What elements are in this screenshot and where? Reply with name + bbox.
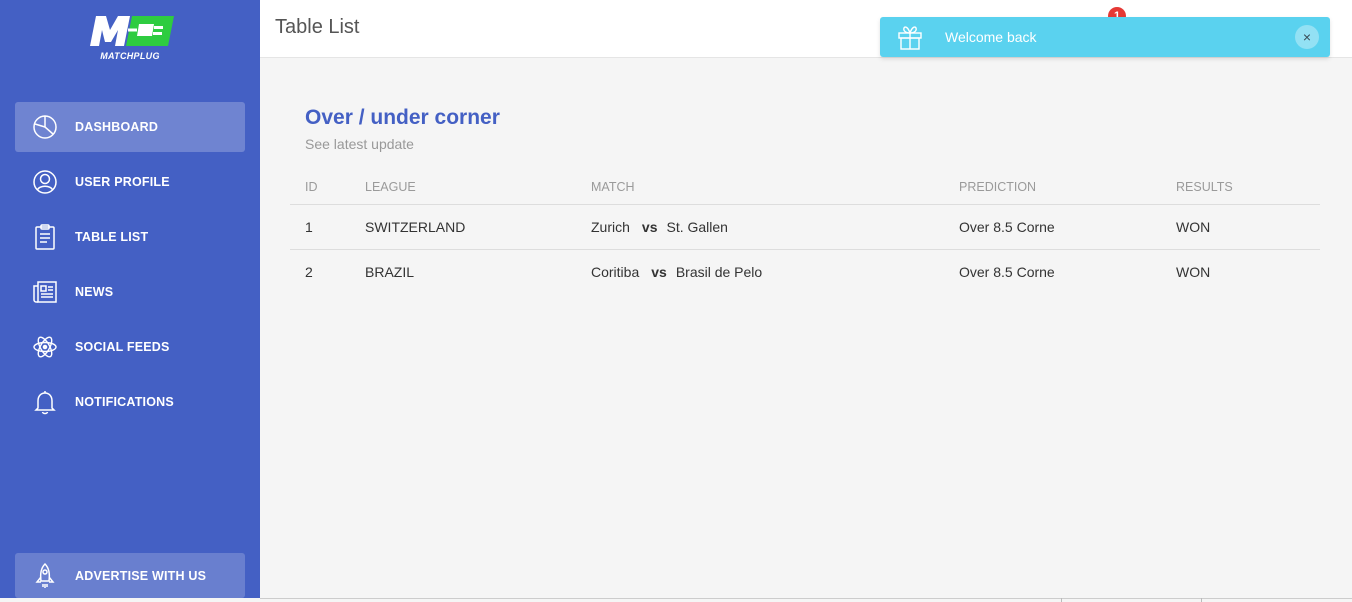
clipboard-icon	[31, 223, 59, 251]
cell-id: 1	[290, 204, 350, 250]
bottom-divider	[1061, 598, 1062, 602]
card-subtitle: See latest update	[305, 136, 414, 152]
welcome-toast: Welcome back ×	[880, 17, 1330, 57]
sidebar-item-label: NEWS	[75, 285, 114, 299]
sidebar: MATCHPLUG DASHBOARD USER PROFILE TABLE L…	[0, 0, 260, 598]
bell-icon	[31, 388, 59, 416]
column-header-league: LEAGUE	[350, 171, 576, 205]
column-header-results: RESULTS	[1161, 171, 1320, 205]
user-icon	[31, 168, 59, 196]
advertise-button[interactable]: ADVERTISE WITH US	[15, 553, 245, 598]
brand-name: MATCHPLUG	[100, 51, 160, 61]
table-row: 2 BRAZIL Coritiba vs Brasil de Pelo Over 8…	[290, 249, 1320, 294]
sidebar-nav: DASHBOARD USER PROFILE TABLE LIST NEWS S…	[15, 102, 245, 432]
vs-label: vs	[651, 263, 667, 280]
card-title: Over / under corner	[305, 106, 500, 129]
sidebar-item-news[interactable]: NEWS	[15, 267, 245, 317]
bottom-divider	[1201, 598, 1202, 602]
sidebar-item-dashboard[interactable]: DASHBOARD	[15, 102, 245, 152]
cell-result: WON	[1176, 263, 1211, 280]
sidebar-item-table-list[interactable]: TABLE LIST	[15, 212, 245, 262]
advertise-label: ADVERTISE WITH US	[75, 568, 207, 583]
column-header-prediction: PREDICTION	[944, 171, 1161, 205]
rocket-icon	[31, 562, 59, 590]
sidebar-item-label: DASHBOARD	[75, 120, 159, 134]
cell-league: SWITZERLAND	[350, 204, 576, 250]
cell-prediction: Over 8.5 Corne	[944, 204, 1161, 250]
column-header-match: MATCH	[576, 171, 944, 205]
cell-league: BRAZIL	[365, 263, 415, 280]
table-row: 1 SWITZERLAND Zurich vs St. Gallen Over 8.…	[290, 204, 1320, 250]
sidebar-item-user-profile[interactable]: USER PROFILE	[15, 157, 245, 207]
table-header-row: ID LEAGUE MATCH PREDICTION RESULTS	[290, 171, 1320, 205]
cell-match: Zurich vs St. Gallen	[576, 204, 944, 250]
gift-icon	[898, 26, 922, 50]
predictions-table: ID LEAGUE MATCH PREDICTION RESULTS 1 SWI…	[290, 171, 1320, 294]
toast-message: Welcome back	[945, 29, 1037, 45]
sidebar-item-notifications[interactable]: NOTIFICATIONS	[15, 377, 245, 427]
sidebar-item-label: SOCIAL FEEDS	[75, 340, 170, 354]
cell-match: Coritiba vs Brasil de Pelo	[576, 249, 944, 294]
home-team: Zurich	[591, 218, 630, 235]
home-team: Coritiba	[591, 263, 640, 280]
cell-prediction: Over 8.5 Corne	[959, 263, 1055, 280]
sidebar-item-social-feeds[interactable]: SOCIAL FEEDS	[15, 322, 245, 372]
away-team: Brasil de Pelo	[675, 263, 763, 280]
pie-chart-icon	[31, 113, 59, 141]
atom-icon	[31, 333, 59, 361]
cell-id: 2	[305, 263, 313, 280]
sidebar-item-label: USER PROFILE	[75, 175, 170, 189]
vs-label: vs	[641, 218, 658, 235]
bottom-border	[260, 598, 1352, 599]
cell-result: WON	[1161, 204, 1320, 250]
toast-close-button[interactable]: ×	[1295, 25, 1319, 49]
column-header-id: ID	[290, 171, 350, 205]
away-team: St. Gallen	[666, 218, 728, 235]
page-title: Table List	[275, 16, 360, 38]
newspaper-icon	[31, 278, 59, 306]
sidebar-item-label: TABLE LIST	[75, 230, 149, 244]
sidebar-item-label: NOTIFICATIONS	[75, 395, 174, 409]
